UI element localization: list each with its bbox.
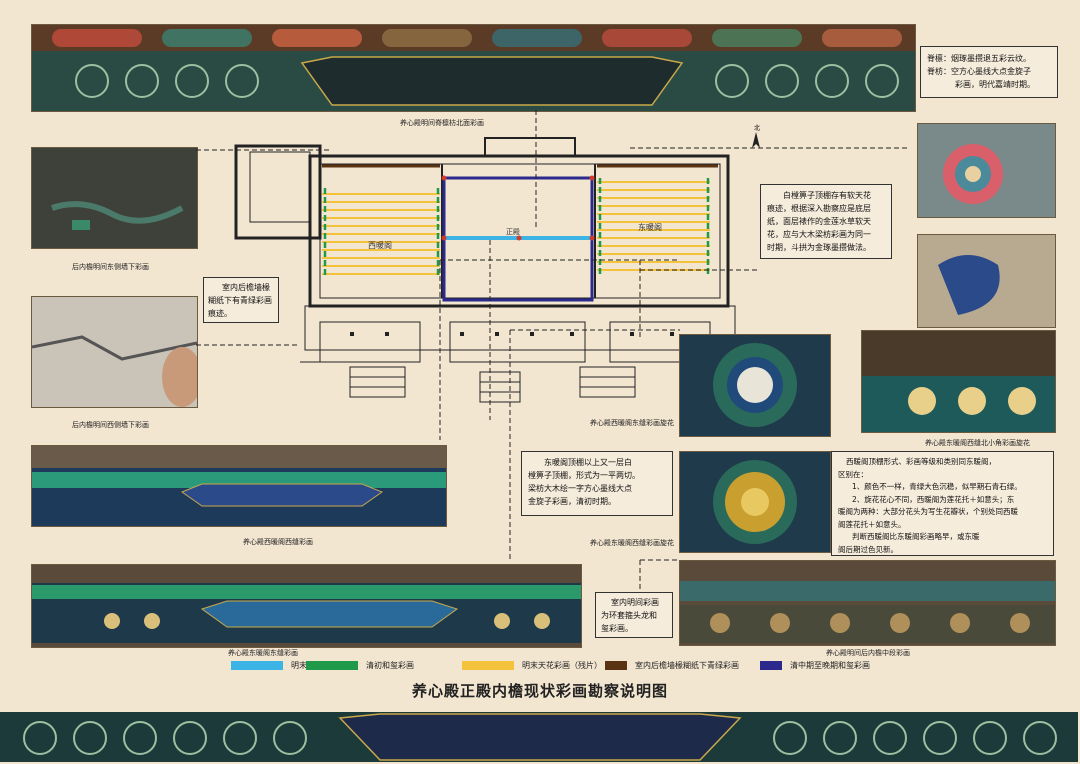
right-photo-paper-detail — [917, 234, 1056, 328]
legend-swatch-4 — [605, 661, 627, 670]
left-photo-3-caption: 养心殿西暖阁西缝彩画 — [243, 538, 313, 546]
mid-photo-east-rosette — [679, 451, 831, 553]
mid-photo-west-rosette — [679, 334, 831, 437]
ceiling-note-line-5: 时期，斗拱为金琢墨攒做法。 — [767, 243, 871, 252]
legend-label-5: 清中期至晚期和玺彩画 — [790, 661, 870, 670]
bottom-decorative-painting-strip — [0, 712, 1078, 762]
legend-swatch-2 — [306, 661, 358, 670]
legend-label-2: 清初和玺彩画 — [366, 661, 414, 670]
mid-photo-1-caption: 养心殿西暖阁东缝彩画旋花 — [590, 419, 674, 427]
compare-line-2: 区别在： — [838, 469, 868, 479]
bottom-note-line-2: 为环套箍头龙和 — [601, 611, 657, 620]
legend-item-4: 室内后檐墙椽糊纸下青绿彩画 — [605, 660, 739, 671]
right-photo-2-caption: 养心殿东暖阁西缝北小角彩画旋花 — [925, 439, 1030, 447]
center-note-line-3: 梁枋大木绘一字方心墨线大点 — [528, 484, 632, 493]
mid-photo-2-caption: 养心殿东暖阁西缝彩画旋花 — [590, 539, 674, 547]
bottom-right-caption: 养心殿明间后内檐中段彩画 — [826, 649, 910, 657]
bottom-note-line-1: 室内明间彩画 — [611, 598, 659, 607]
legend-item-5: 清中期至晚期和玺彩画 — [760, 660, 870, 671]
center-east-note: 东暖阁顶棚以上又一层白 樘箅子顶棚，形式为一平两切。 梁枋大木绘一字方心墨线大点… — [521, 451, 673, 516]
ceiling-note-line-2: 痕迹，根据深入勘察应是底层 — [767, 204, 871, 213]
legend-item-2: 清初和玺彩画 — [306, 660, 414, 671]
legend-swatch-5 — [760, 661, 782, 670]
legend-label-4: 室内后檐墙椽糊纸下青绿彩画 — [635, 661, 739, 670]
compare-line-8: 阁后期过色见新。 — [838, 544, 898, 554]
page-title: 养心殿正殿内檐现状彩画勘察说明图 — [411, 682, 668, 700]
legend-label-3: 明末天花彩画（残片） — [522, 661, 602, 670]
bottom-left-photo-east-beam — [31, 564, 582, 648]
right-photo-ceiling-detail — [917, 123, 1056, 218]
compare-line-1: 西暖阁顶棚形式、彩画等级和类别同东暖阁， — [846, 457, 996, 466]
center-note-line-1: 东暖阁顶棚以上又一层白 — [544, 458, 632, 467]
right-ceiling-note: 白樘箅子顶棚存有软天花 痕迹，根据深入勘察应是底层 纸，面层裱作的金莲水草软天 … — [760, 184, 892, 259]
left-photo-west-beam — [31, 445, 447, 527]
ceiling-note-line-3: 纸，面层裱作的金莲水草软天 — [767, 217, 871, 226]
ceiling-note-line-1: 白樘箅子顶棚存有软天花 — [783, 191, 871, 200]
compare-line-6: 阁莲花托＋如意头。 — [838, 519, 906, 529]
center-note-line-2: 樘箅子顶棚，形式为一平两切。 — [528, 471, 640, 480]
compare-line-5: 暖阁为两种：大部分花头为写生花瓣状，个别处同西暖 — [838, 507, 1018, 516]
bottom-center-note: 室内明间彩画 为环套箍头龙和 玺彩画。 — [595, 592, 673, 638]
legend-swatch-1 — [231, 661, 283, 670]
bottom-right-photo-rear-beam — [679, 560, 1056, 646]
legend-swatch-3 — [462, 661, 514, 670]
compare-line-7: 判断西暖阁比东暖阁彩画略早，或东暖 — [852, 532, 980, 541]
right-compare-note: 西暖阁顶棚形式、彩画等级和类别同东暖阁， 区别在： 1、颜色不一样，青绿大色沉稳… — [831, 451, 1054, 556]
bottom-note-line-3: 玺彩画。 — [601, 624, 633, 633]
right-photo-east-corner — [861, 330, 1056, 433]
legend-item-3: 明末天花彩画（残片） — [462, 660, 602, 671]
ceiling-note-line-4: 花，应与大木梁枋彩画为同一 — [767, 230, 871, 239]
compare-line-3: 1、颜色不一样，青绿大色沉稳，似早期石青石绿。 — [852, 482, 1022, 491]
center-note-line-4: 金旋子彩画，清初时期。 — [528, 497, 616, 506]
compare-line-4: 2、旋花花心不同，西暖阁为莲花托＋如意头；东 — [852, 494, 1015, 504]
bottom-left-caption: 养心殿东暖阁东缝彩画 — [228, 649, 298, 657]
